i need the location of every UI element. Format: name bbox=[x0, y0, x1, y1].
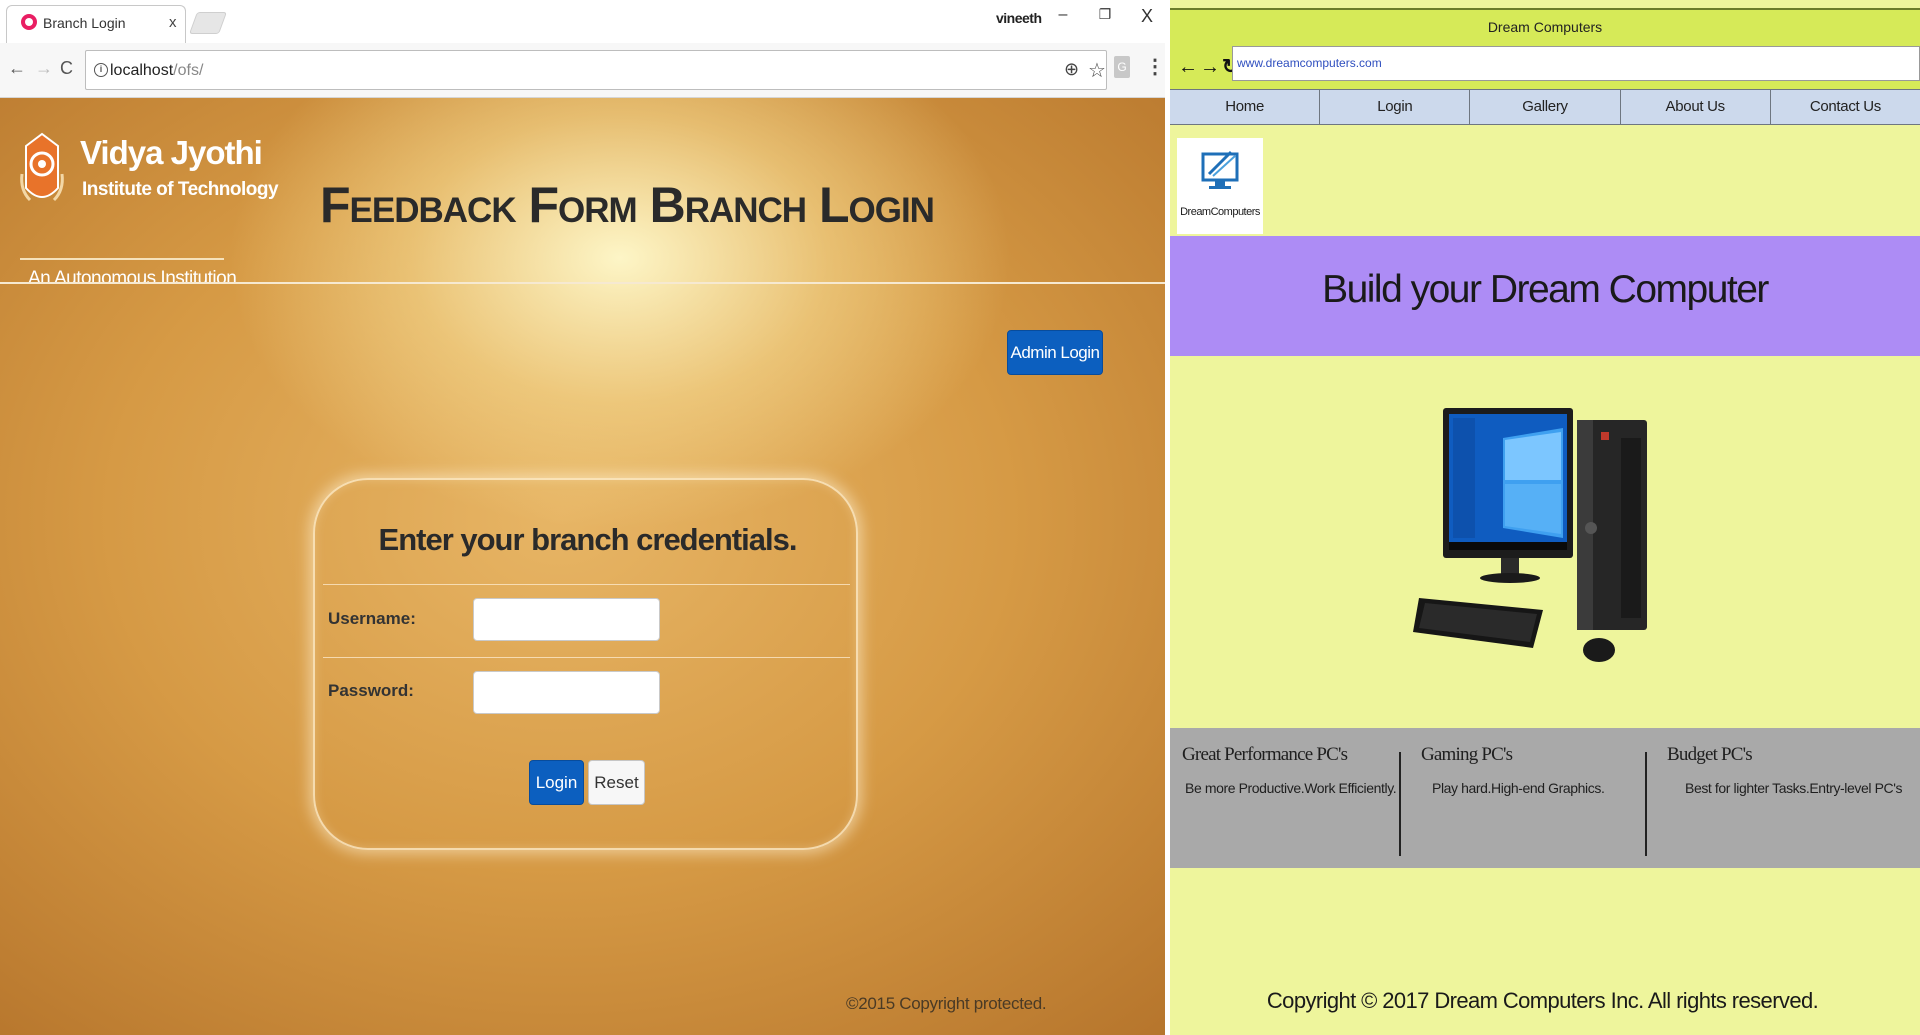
browser-toolbar: ← → C i localhost/ofs/ ⊕ ☆ G ⋮ bbox=[0, 43, 1165, 98]
reset-button[interactable]: Reset bbox=[588, 760, 645, 805]
desktop-computer-image bbox=[1413, 408, 1647, 662]
zoom-icon[interactable]: ⊕ bbox=[1064, 59, 1079, 80]
extension-icon[interactable]: G bbox=[1114, 56, 1130, 78]
info-icon[interactable]: i bbox=[94, 63, 108, 77]
logo-text: DreamComputers bbox=[1180, 206, 1260, 218]
maximize-icon[interactable]: ❐ bbox=[1094, 6, 1116, 28]
monitor-logo-icon bbox=[1201, 150, 1239, 189]
feature-divider bbox=[1645, 752, 1647, 856]
mockup-nav-menu: Home Login Gallery About Us Contact Us bbox=[1170, 89, 1920, 125]
admin-login-button[interactable]: Admin Login bbox=[1007, 330, 1103, 375]
tab-strip: Branch Login x vineeth – ❐ X bbox=[0, 0, 1165, 43]
mockup-url-field[interactable]: www.dreamcomputers.com bbox=[1232, 46, 1920, 81]
window-divider bbox=[1165, 0, 1170, 1035]
logo-tagline: An Autonomous Institution bbox=[28, 268, 237, 289]
menu-item-login[interactable]: Login bbox=[1320, 90, 1471, 124]
tab-title: Branch Login bbox=[43, 15, 126, 31]
menu-item-home[interactable]: Home bbox=[1170, 90, 1321, 124]
login-button[interactable]: Login bbox=[529, 760, 584, 805]
url-text: localhost/ofs/ bbox=[110, 62, 203, 80]
feature-description: Play hard.High-end Graphics. bbox=[1432, 780, 1605, 796]
feature-title: Gaming PC's bbox=[1421, 744, 1513, 765]
feature-divider bbox=[1399, 752, 1401, 856]
browser-window: Branch Login x vineeth – ❐ X ← → C i loc… bbox=[0, 0, 1165, 1035]
feature-title: Budget PC's bbox=[1667, 744, 1753, 765]
tab-close-icon[interactable]: x bbox=[169, 14, 177, 31]
hero-banner: Build your Dream Computer bbox=[1170, 236, 1920, 356]
copyright-text: ©2015 Copyright protected. bbox=[846, 994, 1047, 1013]
emblem-icon bbox=[20, 132, 64, 202]
username-label: Username: bbox=[328, 609, 416, 628]
mockup-window-title: Dream Computers bbox=[1487, 19, 1603, 35]
address-bar[interactable]: i localhost/ofs/ ⊕ ☆ bbox=[85, 50, 1107, 90]
forward-arrow-icon[interactable]: → bbox=[35, 58, 53, 79]
feature-description: Best for lighter Tasks.Entry-level PC's bbox=[1685, 780, 1903, 796]
logo-subtitle: Institute of Technology bbox=[82, 179, 279, 200]
login-card: Enter your branch credentials. Username:… bbox=[313, 478, 858, 850]
mockup-footer: Copyright © 2017 Dream Computers Inc. Al… bbox=[1266, 988, 1819, 1013]
minimize-icon[interactable]: – bbox=[1052, 6, 1074, 28]
menu-item-contact-us[interactable]: Contact Us bbox=[1771, 90, 1920, 124]
website-mockup: Dream Computers ←→↻ www.dreamcomputers.c… bbox=[1165, 0, 1920, 1035]
mockup-url: www.dreamcomputers.com bbox=[1237, 56, 1382, 70]
feature-gaming: Gaming PC's Play hard.High-end Graphics. bbox=[1421, 744, 1605, 796]
card-divider bbox=[323, 657, 850, 658]
feature-great-performance: Great Performance PC's Be more Productiv… bbox=[1182, 744, 1397, 796]
url-path: /ofs/ bbox=[173, 62, 204, 79]
feature-budget: Budget PC's Best for lighter Tasks.Entry… bbox=[1667, 744, 1903, 796]
institute-logo: Vidya Jyothi Institute of Technology An … bbox=[18, 128, 279, 289]
password-input[interactable] bbox=[473, 671, 660, 714]
card-divider bbox=[323, 584, 850, 585]
favicon-icon bbox=[21, 14, 37, 30]
new-tab-button[interactable] bbox=[188, 12, 228, 34]
mockup-title-bar: Dream Computers bbox=[1170, 8, 1920, 44]
password-label: Password: bbox=[328, 681, 414, 700]
tab-branch-login[interactable]: Branch Login x bbox=[6, 5, 186, 43]
username-input[interactable] bbox=[473, 598, 660, 641]
feature-description: Be more Productive.Work Efficiently. bbox=[1185, 780, 1397, 796]
mockup-address-bar: ←→↻ www.dreamcomputers.com bbox=[1170, 44, 1920, 89]
card-heading: Enter your branch credentials. bbox=[378, 522, 798, 557]
page-content: Vidya Jyothi Institute of Technology An … bbox=[0, 98, 1165, 1035]
reload-icon[interactable]: C bbox=[60, 58, 73, 79]
profile-name[interactable]: vineeth bbox=[996, 10, 1042, 26]
feature-title: Great Performance PC's bbox=[1182, 744, 1348, 765]
logo-name: Vidya Jyothi bbox=[80, 134, 263, 171]
bookmark-star-icon[interactable]: ☆ bbox=[1088, 58, 1106, 83]
menu-item-gallery[interactable]: Gallery bbox=[1470, 90, 1621, 124]
menu-item-about-us[interactable]: About Us bbox=[1621, 90, 1771, 124]
header-divider bbox=[0, 282, 1165, 284]
back-arrow-icon[interactable]: ← bbox=[8, 58, 26, 79]
window-close-icon[interactable]: X bbox=[1136, 6, 1158, 28]
logo-divider bbox=[20, 258, 224, 260]
features-section: Great Performance PC's Be more Productiv… bbox=[1170, 728, 1920, 868]
page-title: Feedback Form Branch Login bbox=[320, 177, 935, 233]
hero-heading: Build your Dream Computer bbox=[1322, 268, 1769, 311]
browser-menu-icon[interactable]: ⋮ bbox=[1145, 54, 1165, 79]
url-host: localhost bbox=[110, 62, 174, 79]
dream-computers-logo: DreamComputers bbox=[1177, 138, 1263, 234]
